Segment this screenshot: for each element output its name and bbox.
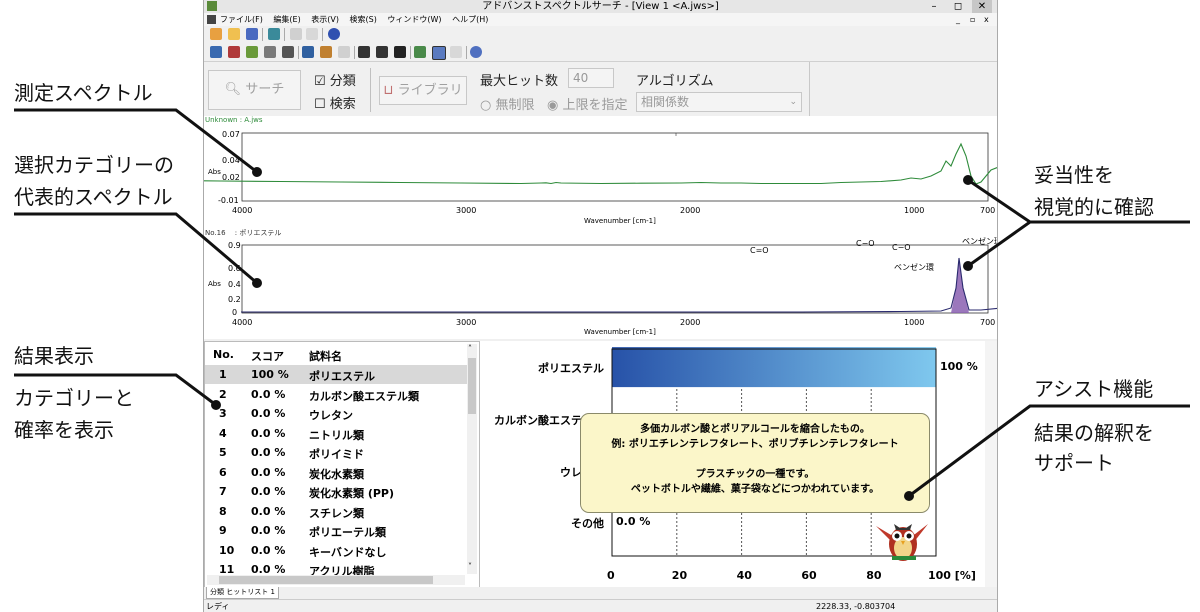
callout-line-result: [14, 373, 217, 407]
callout-dot: [904, 491, 914, 501]
callout-line-validity-top: [967, 178, 1190, 224]
callout-dot: [252, 278, 262, 288]
callout-dot: [211, 400, 221, 410]
callout-dot: [963, 261, 973, 271]
callout-dot: [963, 175, 973, 185]
callout-line-measured: [14, 108, 258, 174]
callout-line-representative: [14, 212, 258, 285]
callout-line-validity-bottom: [967, 220, 1031, 268]
callout-line-assist: [908, 404, 1190, 498]
callout-dot: [252, 167, 262, 177]
callout-overlay: [14, 108, 1190, 501]
